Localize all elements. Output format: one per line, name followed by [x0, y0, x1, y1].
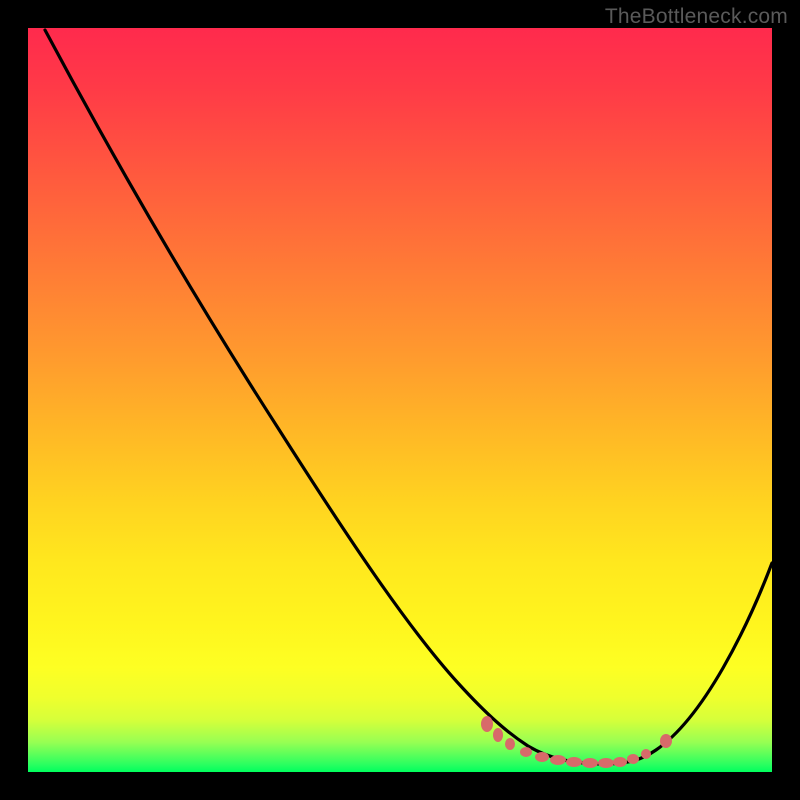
chart-plot-area	[28, 28, 772, 772]
marker-dot	[520, 747, 532, 757]
watermark-text: TheBottleneck.com	[605, 5, 788, 29]
marker-dot	[598, 758, 614, 768]
bottleneck-curve	[45, 30, 772, 764]
chart-svg	[28, 28, 772, 772]
marker-dot	[582, 758, 598, 768]
marker-dot	[660, 734, 672, 748]
marker-dot	[641, 749, 651, 759]
marker-dot	[535, 752, 549, 762]
marker-dot	[481, 716, 493, 732]
optimal-range-markers	[481, 716, 672, 768]
marker-dot	[566, 757, 582, 767]
marker-dot	[493, 728, 503, 742]
chart-frame: TheBottleneck.com	[0, 0, 800, 800]
marker-dot	[505, 738, 515, 750]
marker-dot	[627, 754, 639, 764]
marker-dot	[613, 757, 627, 767]
marker-dot	[550, 755, 566, 765]
